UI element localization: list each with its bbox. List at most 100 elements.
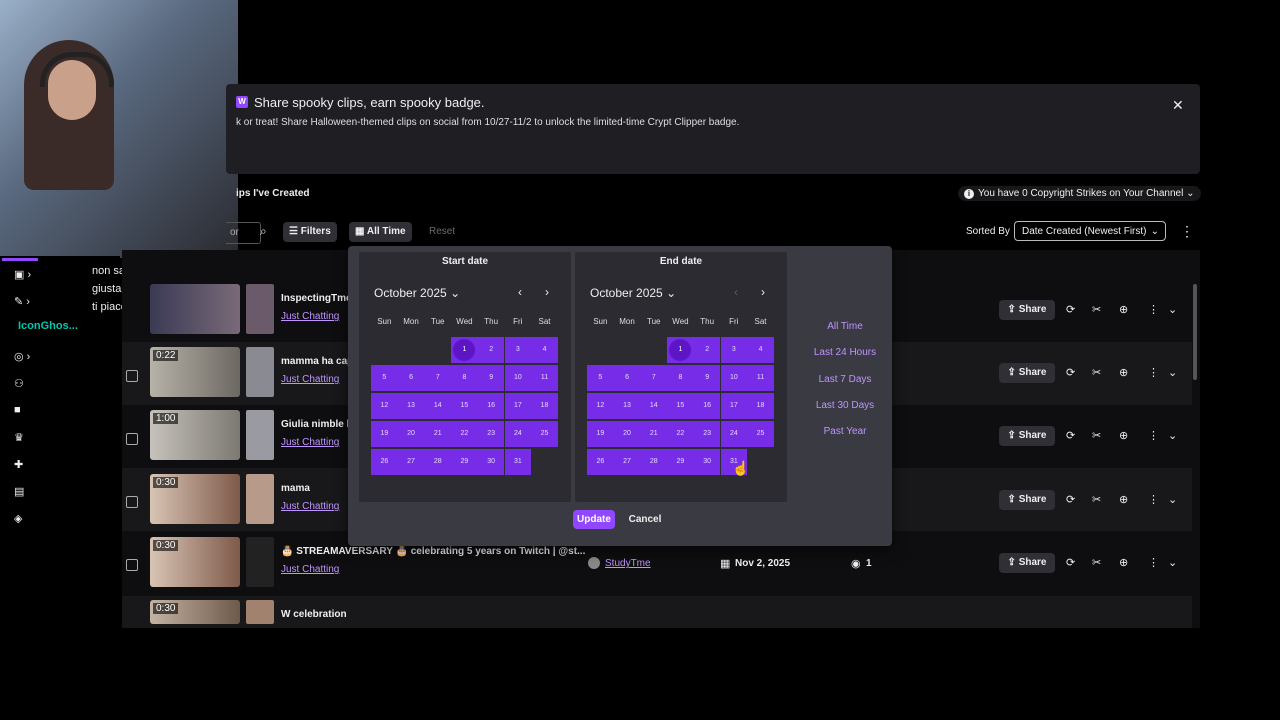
start-calendar-day[interactable]: 24 [504, 421, 532, 447]
add-circle-icon[interactable]: ⊕ [1119, 556, 1128, 569]
row-checkbox[interactable] [126, 433, 138, 445]
preset-last-7-days[interactable]: Last 7 Days [800, 374, 890, 385]
more-options-icon[interactable]: ⋮ [1148, 493, 1159, 506]
more-options-icon[interactable]: ⋮ [1148, 556, 1159, 569]
end-calendar-day[interactable]: 20 [613, 421, 641, 447]
sort-select[interactable]: Date Created (Newest First) ⌄ [1014, 221, 1166, 241]
end-month-select[interactable]: October 2025 ⌄ [590, 286, 676, 300]
end-calendar-day[interactable]: 6 [613, 365, 641, 391]
row-checkbox[interactable] [126, 370, 138, 382]
add-circle-icon[interactable]: ⊕ [1119, 366, 1128, 379]
end-calendar-day[interactable]: 14 [640, 393, 668, 419]
clip-title[interactable]: 🎂 STREAMAVERSARY 🎂 celebrating 5 years o… [281, 546, 585, 557]
copyright-strikes-dropdown[interactable]: i You have 0 Copyright Strikes on Your Ch… [958, 186, 1201, 201]
sidebar-item-badge-icon[interactable]: ♛ [14, 431, 24, 444]
end-calendar-day[interactable]: 15 [667, 393, 694, 419]
start-calendar-day[interactable]: 29 [451, 449, 478, 475]
scissors-icon[interactable]: ✂ [1092, 366, 1101, 379]
end-calendar-day[interactable]: 9 [693, 365, 721, 391]
start-calendar-day[interactable]: 15 [451, 393, 478, 419]
add-circle-icon[interactable]: ⊕ [1119, 493, 1128, 506]
end-calendar-day[interactable]: 26 [587, 449, 614, 475]
chevron-down-icon[interactable]: ⌄ [1168, 429, 1177, 442]
start-calendar-day[interactable]: 5 [371, 365, 398, 391]
sync-icon[interactable]: ⟳ [1066, 556, 1075, 569]
close-icon[interactable]: ✕ [1172, 97, 1184, 114]
start-calendar-day[interactable]: 8 [451, 365, 478, 391]
preset-all-time[interactable]: All Time [800, 321, 890, 332]
start-calendar-day[interactable]: 1 [451, 337, 478, 363]
clip-title[interactable]: mama [281, 483, 310, 494]
end-calendar-day[interactable]: 25 [747, 421, 774, 447]
clip-category-link[interactable]: Just Chatting [281, 564, 339, 575]
end-calendar-day[interactable]: 8 [667, 365, 694, 391]
clip-title[interactable]: Giulia nimble li [281, 419, 352, 430]
end-calendar-day[interactable]: 21 [640, 421, 668, 447]
add-circle-icon[interactable]: ⊕ [1119, 429, 1128, 442]
chevron-down-icon[interactable]: ⌄ [1168, 493, 1177, 506]
cancel-button[interactable]: Cancel [624, 510, 666, 529]
start-calendar-day[interactable]: 17 [504, 393, 532, 419]
sync-icon[interactable]: ⟳ [1066, 303, 1075, 316]
start-calendar-day[interactable]: 11 [531, 365, 558, 391]
preset-last-24-hours[interactable]: Last 24 Hours [800, 347, 890, 358]
end-calendar-day[interactable]: 29 [667, 449, 694, 475]
prev-month-icon[interactable]: ‹ [734, 285, 738, 299]
start-calendar-day[interactable]: 13 [397, 393, 425, 419]
end-calendar-day[interactable]: 1 [667, 337, 694, 363]
start-calendar-day[interactable]: 6 [397, 365, 425, 391]
share-button[interactable]: ⇪ Share [999, 553, 1055, 573]
clip-title[interactable]: mamma ha cap [281, 356, 353, 367]
end-calendar-day[interactable]: 23 [693, 421, 721, 447]
preset-last-30-days[interactable]: Last 30 Days [800, 400, 890, 411]
end-calendar-day[interactable]: 3 [720, 337, 748, 363]
start-calendar-day[interactable]: 31 [504, 449, 532, 475]
clip-title[interactable]: W celebration [281, 609, 347, 620]
start-calendar-day[interactable]: 4 [531, 337, 558, 363]
end-calendar-day[interactable]: 27 [613, 449, 641, 475]
share-button[interactable]: ⇪ Share [999, 363, 1055, 383]
chevron-down-icon[interactable]: ⌄ [1168, 556, 1177, 569]
clip-category-link[interactable]: Just Chatting [281, 437, 339, 448]
scissors-icon[interactable]: ✂ [1092, 493, 1101, 506]
end-calendar-day[interactable]: 13 [613, 393, 641, 419]
start-calendar-day[interactable]: 14 [424, 393, 452, 419]
reset-button[interactable]: Reset [429, 222, 455, 242]
more-options-icon[interactable]: ⋮ [1148, 366, 1159, 379]
start-calendar-day[interactable]: 20 [397, 421, 425, 447]
sidebar-item-safety-icon[interactable]: ◈ [14, 512, 22, 525]
start-calendar-day[interactable]: 19 [371, 421, 398, 447]
share-button[interactable]: ⇪ Share [999, 426, 1055, 446]
sidebar-item-extensions-icon[interactable]: ✚ [14, 458, 23, 471]
filters-button[interactable]: ☰ Filters [283, 222, 337, 242]
start-calendar-day[interactable]: 25 [531, 421, 558, 447]
sync-icon[interactable]: ⟳ [1066, 366, 1075, 379]
end-calendar-day[interactable]: 7 [640, 365, 668, 391]
end-calendar-day[interactable]: 16 [693, 393, 721, 419]
start-calendar-day[interactable]: 27 [397, 449, 425, 475]
end-calendar-day[interactable]: 4 [747, 337, 774, 363]
more-options-icon[interactable]: ⋮ [1148, 303, 1159, 316]
scissors-icon[interactable]: ✂ [1092, 429, 1101, 442]
more-options-icon[interactable]: ⋮ [1148, 429, 1159, 442]
end-calendar-day[interactable]: 24 [720, 421, 748, 447]
search-icon[interactable]: ⌕ [260, 224, 267, 239]
end-calendar-day[interactable]: 2 [693, 337, 721, 363]
start-calendar-day[interactable]: 26 [371, 449, 398, 475]
sync-icon[interactable]: ⟳ [1066, 493, 1075, 506]
start-calendar-day[interactable]: 12 [371, 393, 398, 419]
end-calendar-day[interactable]: 10 [720, 365, 748, 391]
next-month-icon[interactable]: › [761, 285, 765, 299]
start-month-select[interactable]: October 2025 ⌄ [374, 286, 460, 300]
end-calendar-day[interactable]: 30 [693, 449, 721, 475]
update-button[interactable]: Update [573, 510, 615, 529]
chevron-down-icon[interactable]: ⌄ [1168, 366, 1177, 379]
chevron-down-icon[interactable]: ⌄ [1168, 303, 1177, 316]
sidebar-item-video-icon[interactable]: ■ [14, 404, 21, 416]
start-calendar-day[interactable]: 10 [504, 365, 532, 391]
sidebar-item-clips-icon[interactable]: ▣ › [14, 268, 31, 281]
start-calendar-day[interactable]: 28 [424, 449, 452, 475]
clip-creator-link[interactable]: StudyTme [605, 558, 651, 569]
start-calendar-day[interactable]: 23 [477, 421, 505, 447]
clip-category-link[interactable]: Just Chatting [281, 501, 339, 512]
